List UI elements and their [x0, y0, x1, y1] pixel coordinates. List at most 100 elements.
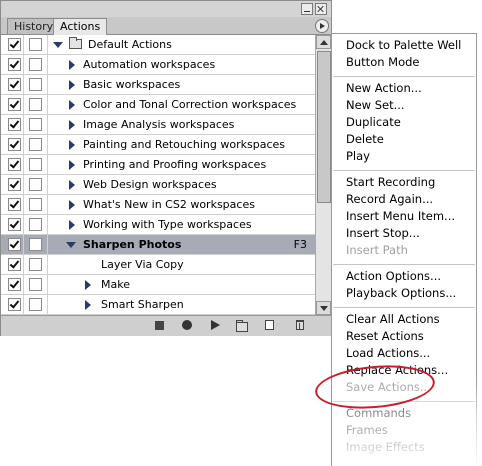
menu-item-insert-menu-item[interactable]: Insert Menu Item...	[346, 209, 455, 223]
play-icon[interactable]	[211, 320, 220, 330]
menu-item-new-set[interactable]: New Set...	[346, 98, 405, 112]
action-set-row[interactable]: Default Actions	[1, 35, 315, 55]
toggle-dialog-checkbox[interactable]	[29, 298, 42, 311]
action-row[interactable]: Image Analysis workspaces	[1, 115, 315, 135]
toggle-dialog-checkbox[interactable]	[29, 98, 42, 111]
vertical-scrollbar[interactable]	[315, 35, 331, 315]
toggle-dialog-checkbox[interactable]	[29, 198, 42, 211]
scroll-thumb[interactable]	[317, 51, 331, 203]
toggle-item-checkbox[interactable]	[8, 58, 21, 71]
toggle-item-checkbox[interactable]	[8, 178, 21, 191]
action-row[interactable]: Web Design workspaces	[1, 175, 315, 195]
column-divider	[23, 215, 24, 234]
row-label: Color and Tonal Correction workspaces	[83, 98, 297, 111]
close-button[interactable]	[315, 3, 327, 15]
action-row[interactable]: What's New in CS2 workspaces	[1, 195, 315, 215]
menu-item-clear-all-actions[interactable]: Clear All Actions	[346, 312, 440, 326]
toggle-item-checkbox[interactable]	[8, 198, 21, 211]
action-step-row[interactable]: Make	[1, 275, 315, 295]
menu-item-image-effects[interactable]: Image Effects	[346, 440, 425, 454]
menu-item-playback-options[interactable]: Playback Options...	[346, 286, 456, 300]
minimize-button[interactable]	[301, 3, 313, 15]
expand-triangle-icon[interactable]	[69, 120, 75, 130]
menu-item-action-options[interactable]: Action Options...	[346, 269, 441, 283]
expand-triangle-icon[interactable]	[69, 220, 75, 230]
action-row[interactable]: Color and Tonal Correction workspaces	[1, 95, 315, 115]
trash-icon[interactable]	[296, 320, 304, 330]
toggle-item-checkbox[interactable]	[8, 98, 21, 111]
menu-item-load-actions[interactable]: Load Actions...	[346, 346, 430, 360]
toggle-dialog-checkbox[interactable]	[29, 78, 42, 91]
stop-icon[interactable]	[155, 321, 164, 330]
toggle-dialog-checkbox[interactable]	[29, 38, 42, 51]
menu-separator	[333, 307, 475, 308]
expand-triangle-icon[interactable]	[69, 200, 75, 210]
toggle-dialog-checkbox[interactable]	[29, 158, 42, 171]
column-divider	[23, 295, 24, 314]
column-divider	[47, 275, 48, 294]
expand-triangle-icon[interactable]	[69, 100, 75, 110]
toggle-item-checkbox[interactable]	[8, 298, 21, 311]
expand-triangle-icon[interactable]	[85, 300, 91, 310]
action-row[interactable]: Painting and Retouching workspaces	[1, 135, 315, 155]
scroll-down-button[interactable]	[316, 301, 331, 315]
action-step-row[interactable]: Layer Via Copy	[1, 255, 315, 275]
menu-item-duplicate[interactable]: Duplicate	[346, 115, 401, 129]
toggle-item-checkbox[interactable]	[8, 278, 21, 291]
expand-triangle-icon[interactable]	[85, 280, 91, 290]
toggle-dialog-checkbox[interactable]	[29, 138, 42, 151]
toggle-item-checkbox[interactable]	[8, 158, 21, 171]
expand-triangle-icon[interactable]	[69, 80, 75, 90]
action-row[interactable]: Printing and Proofing workspaces	[1, 155, 315, 175]
expand-triangle-icon[interactable]	[69, 160, 75, 170]
toggle-dialog-checkbox[interactable]	[29, 278, 42, 291]
column-divider	[47, 255, 48, 274]
menu-item-reset-actions[interactable]: Reset Actions	[346, 329, 424, 343]
menu-item-start-recording[interactable]: Start Recording	[346, 175, 435, 189]
menu-item-button-mode[interactable]: Button Mode	[346, 55, 420, 69]
menu-item-insert-path: Insert Path	[346, 243, 408, 257]
menu-item-delete[interactable]: Delete	[346, 132, 384, 146]
toggle-dialog-checkbox[interactable]	[29, 58, 42, 71]
action-row[interactable]: Basic workspaces	[1, 75, 315, 95]
row-label: What's New in CS2 workspaces	[83, 198, 255, 211]
menu-item-play[interactable]: Play	[346, 149, 370, 163]
action-step-row[interactable]: Smart Sharpen	[1, 295, 315, 315]
expand-triangle-icon[interactable]	[69, 60, 75, 70]
row-label: Image Analysis workspaces	[83, 118, 235, 131]
actions-list: Default Actions Automation workspaces Basi…	[1, 35, 315, 315]
action-row[interactable]: Sharpen Photos F3	[1, 235, 315, 255]
toggle-dialog-checkbox[interactable]	[29, 178, 42, 191]
menu-item-insert-stop[interactable]: Insert Stop...	[346, 226, 420, 240]
actions-panel: History Actions Default Actions Automatio…	[0, 0, 332, 336]
row-label: Web Design workspaces	[83, 178, 217, 191]
toggle-dialog-checkbox[interactable]	[29, 258, 42, 271]
toggle-item-checkbox[interactable]	[8, 38, 21, 51]
toggle-dialog-checkbox[interactable]	[29, 218, 42, 231]
toggle-dialog-checkbox[interactable]	[29, 238, 42, 251]
menu-item-dock-to-palette-well[interactable]: Dock to Palette Well	[346, 38, 461, 52]
action-row[interactable]: Automation workspaces	[1, 55, 315, 75]
toggle-item-checkbox[interactable]	[8, 118, 21, 131]
new-set-icon[interactable]	[236, 320, 248, 332]
menu-separator	[333, 170, 475, 171]
menu-item-frames[interactable]: Frames	[346, 423, 388, 437]
tab-actions[interactable]: Actions	[53, 18, 108, 35]
collapse-triangle-icon[interactable]	[66, 242, 76, 248]
expand-triangle-icon[interactable]	[69, 140, 75, 150]
toggle-item-checkbox[interactable]	[8, 218, 21, 231]
toggle-item-checkbox[interactable]	[8, 238, 21, 251]
action-row[interactable]: Working with Type workspaces	[1, 215, 315, 235]
toggle-dialog-checkbox[interactable]	[29, 118, 42, 131]
menu-item-new-action[interactable]: New Action...	[346, 81, 422, 95]
expand-triangle-icon[interactable]	[53, 42, 63, 48]
toggle-item-checkbox[interactable]	[8, 258, 21, 271]
new-action-icon[interactable]	[265, 320, 274, 330]
toggle-item-checkbox[interactable]	[8, 138, 21, 151]
menu-item-record-again[interactable]: Record Again...	[346, 192, 433, 206]
scroll-up-button[interactable]	[316, 35, 331, 49]
panel-menu-button[interactable]	[315, 19, 329, 33]
record-icon[interactable]	[182, 320, 192, 330]
expand-triangle-icon[interactable]	[69, 180, 75, 190]
toggle-item-checkbox[interactable]	[8, 78, 21, 91]
